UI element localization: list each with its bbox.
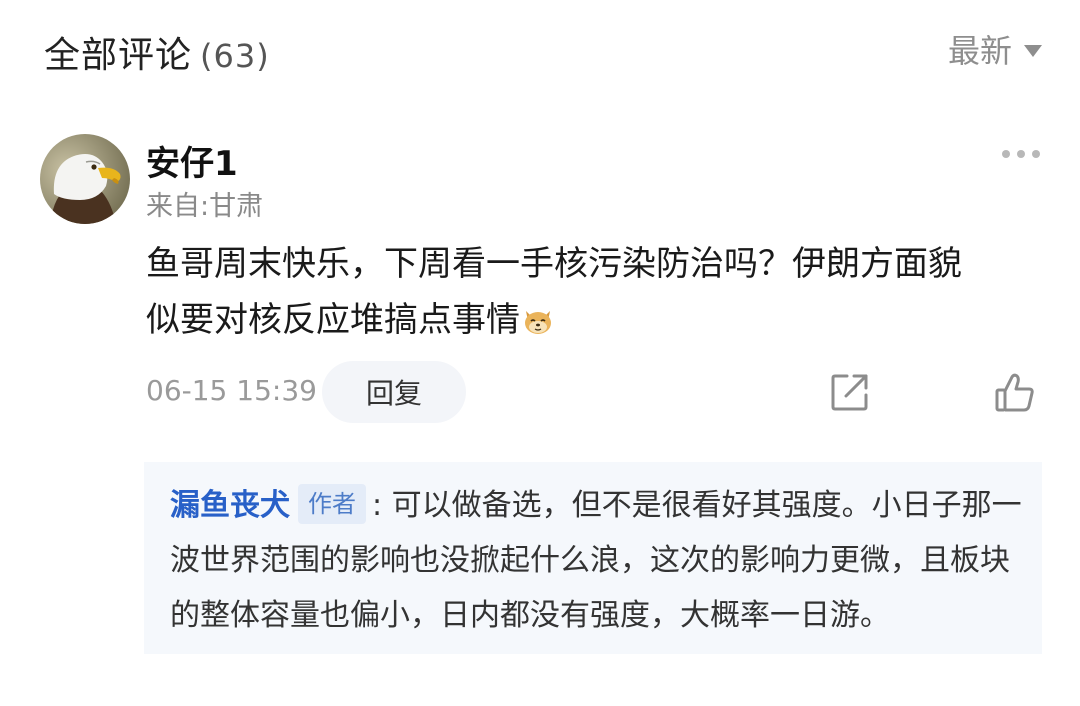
comments-count: (63) <box>200 37 270 75</box>
more-dot <box>1017 150 1025 158</box>
reply-preview[interactable]: 漏鱼丧犬 作者: 可以做备选，但不是很看好其强度。小日子那一波世界范围的影响也没掀… <box>144 462 1042 654</box>
comment-location: 来自:甘肃 <box>146 191 264 222</box>
reply-button-label: 回复 <box>365 377 422 410</box>
avatar[interactable] <box>40 134 130 224</box>
reply-button[interactable]: 回复 <box>322 361 466 423</box>
comment-username[interactable]: 安仔1 <box>146 136 238 185</box>
more-dot <box>1032 150 1040 158</box>
comment-timestamp: 06-15 15:39 <box>146 374 317 407</box>
reply-text-block: 漏鱼丧犬 作者: 可以做备选，但不是很看好其强度。小日子那一波世界范围的影响也没掀… <box>170 478 1030 643</box>
comment-text-line-2: 似要对核反应堆搞点事情 <box>146 292 1026 354</box>
comment-body: 鱼哥周末快乐，下周看一手核污染防治吗？伊朗方面貌 似要对核反应堆搞点事情 <box>146 236 1026 354</box>
sort-dropdown[interactable]: 最新 <box>948 26 1042 72</box>
comments-title: 全部评论 (63) <box>44 26 270 78</box>
caret-down-icon <box>1024 45 1042 57</box>
more-icon[interactable] <box>1002 150 1040 158</box>
comment-text-line: 鱼哥周末快乐，下周看一手核污染防治吗？伊朗方面貌 <box>146 244 962 284</box>
thumbs-up-icon[interactable] <box>994 372 1036 418</box>
eagle-avatar-image <box>40 134 130 224</box>
sort-label: 最新 <box>947 32 1012 70</box>
author-badge: 作者 <box>298 484 366 524</box>
more-dot <box>1002 150 1010 158</box>
comments-title-text: 全部评论 <box>44 35 193 76</box>
share-icon[interactable] <box>830 372 870 416</box>
doge-emoji-icon <box>522 298 554 354</box>
comment-text-line: 似要对核反应堆搞点事情 <box>146 300 520 340</box>
reply-author[interactable]: 漏鱼丧犬 <box>170 488 290 523</box>
